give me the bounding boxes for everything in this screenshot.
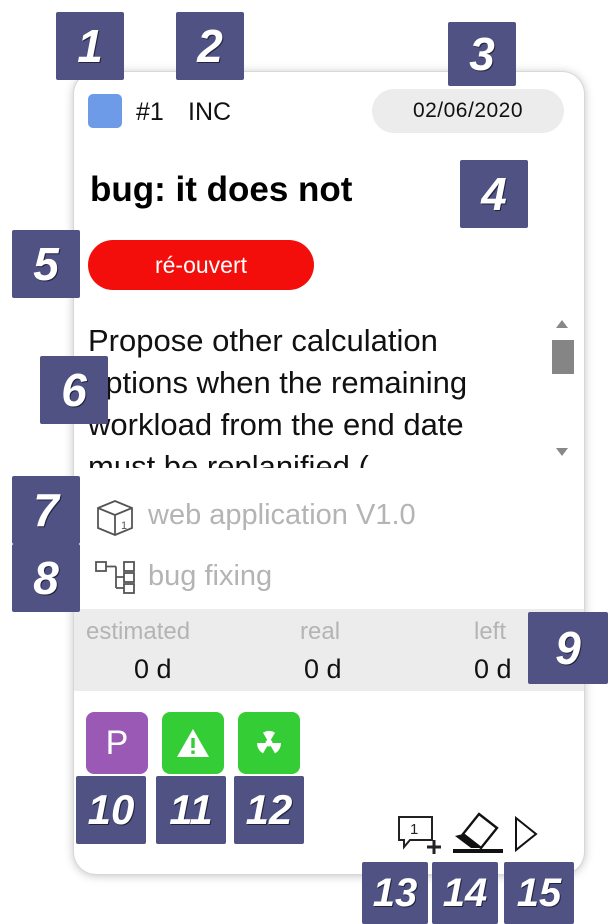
estimated-value: 0 d — [134, 654, 172, 684]
priority-icon: P — [105, 723, 129, 762]
marker-11: 11 — [156, 776, 226, 844]
marker-2: 2 — [176, 12, 244, 80]
left-label: left — [474, 618, 507, 645]
ticket-ref: #1 — [136, 98, 164, 126]
date-pill: 02/06/2020 — [372, 89, 564, 133]
marker-5: 5 — [12, 230, 80, 298]
marker-3: 3 — [448, 22, 516, 86]
marker-13: 13 — [362, 862, 428, 924]
warning-icon — [177, 729, 209, 757]
expand-arrow-icon[interactable] — [512, 814, 542, 859]
left-value: 0 d — [474, 654, 512, 684]
priority-tag[interactable]: P — [86, 712, 148, 774]
scroll-down-arrow[interactable] — [556, 448, 568, 456]
activity-name[interactable]: bug fixing — [148, 560, 272, 593]
real-value: 0 d — [304, 654, 342, 684]
add-comment-icon[interactable]: 1 — [396, 814, 444, 859]
product-name[interactable]: web application V1.0 — [148, 499, 416, 532]
marker-7: 7 — [12, 476, 80, 544]
scroll-up-arrow[interactable] — [556, 320, 568, 328]
ticket-description: Propose other calculation options when t… — [88, 323, 468, 468]
scrollbar-thumb[interactable] — [552, 340, 574, 374]
ticket-title[interactable]: bug: it does not — [90, 170, 352, 210]
marker-9: 9 — [528, 612, 608, 684]
activity-tree-icon — [94, 560, 144, 601]
warning-tag[interactable] — [162, 712, 224, 774]
svg-text:1: 1 — [410, 821, 418, 838]
marker-10: 10 — [76, 776, 146, 844]
eraser-icon[interactable] — [451, 810, 505, 859]
estimated-label: estimated — [86, 618, 191, 645]
marker-14: 14 — [432, 862, 498, 924]
type-color-square — [88, 94, 122, 128]
svg-text:1: 1 — [121, 520, 127, 532]
marker-8: 8 — [12, 544, 80, 612]
marker-12: 12 — [234, 776, 304, 844]
product-box-icon: 1 — [94, 498, 136, 543]
status-pill[interactable]: ré-ouvert — [88, 240, 314, 290]
marker-15: 15 — [504, 862, 574, 924]
radiation-tag[interactable] — [238, 712, 300, 774]
real-label: real — [300, 618, 341, 645]
marker-1: 1 — [56, 12, 124, 80]
radiation-icon — [257, 730, 281, 754]
marker-4: 4 — [460, 160, 528, 228]
marker-6: 6 — [40, 356, 108, 424]
ticket-type: INC — [188, 98, 232, 126]
